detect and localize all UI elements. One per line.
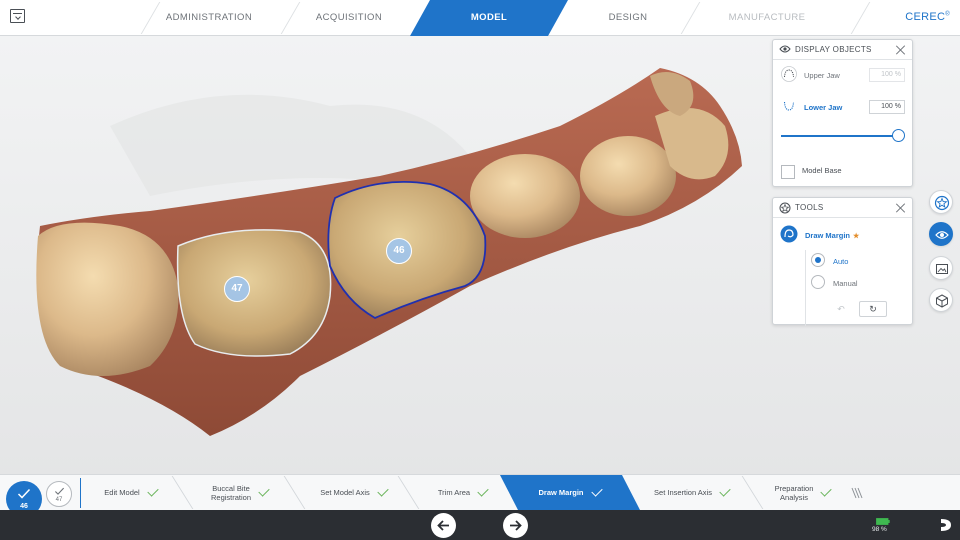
draw-margin-text: Draw Margin [805, 231, 851, 240]
rail-tools-button[interactable] [929, 190, 953, 214]
upper-jaw-icon [781, 66, 797, 82]
check-icon [820, 484, 833, 497]
mode-auto-radio[interactable] [811, 253, 825, 267]
brand-registered-mark: ® [945, 11, 950, 18]
previous-step-button[interactable] [431, 513, 456, 538]
step-label: Draw Margin [538, 488, 584, 497]
check-icon [54, 487, 65, 495]
battery-percentage: 98 % [872, 526, 887, 533]
opacity-slider-thumb[interactable] [892, 129, 905, 142]
model-base-label: Model Base [802, 166, 842, 175]
eye-icon [779, 45, 791, 53]
tab-model[interactable]: MODEL [410, 0, 568, 36]
tool-draw-margin[interactable]: Draw Margin ★ [773, 220, 913, 248]
tooth-48 [36, 222, 179, 376]
step-edit-model[interactable]: Edit Model [84, 475, 178, 510]
check-icon [258, 484, 270, 497]
close-icon[interactable] [896, 45, 906, 55]
mode-manual-radio[interactable] [811, 275, 825, 289]
display-objects-title: DISPLAY OBJECTS [795, 45, 872, 54]
step-label: Set Insertion Axis [654, 488, 712, 497]
step-draw-margin[interactable]: Draw Margin [510, 475, 630, 510]
step-set-model-axis[interactable]: Set Model Axis [302, 475, 406, 510]
save-download-icon[interactable] [10, 9, 25, 23]
tooth-44 [580, 136, 676, 216]
check-icon [147, 484, 159, 497]
object-row-upper-jaw[interactable]: Upper Jaw 100 % [773, 65, 913, 85]
tooth-label-46[interactable]: 46 [386, 238, 412, 264]
brand-name: CEREC [905, 11, 946, 23]
step-set-insertion-axis[interactable]: Set Insertion Axis [636, 475, 748, 510]
display-objects-panel: DISPLAY OBJECTS Upper Jaw 100 % Lower Ja… [772, 39, 913, 187]
next-step-button[interactable] [503, 513, 528, 538]
lower-jaw-label: Lower Jaw [804, 103, 843, 112]
check-icon [590, 484, 603, 497]
company-logo-icon [941, 519, 951, 531]
check-icon [17, 488, 31, 499]
tooth-star-icon [934, 195, 950, 211]
workflow-divider [80, 478, 81, 508]
display-objects-header: DISPLAY OBJECTS [773, 40, 912, 60]
draw-margin-label: Draw Margin ★ [805, 231, 859, 240]
check-icon [477, 484, 489, 497]
arrow-left-icon [437, 520, 449, 531]
step-buccal-bite-registration[interactable]: Buccal Bite Registration [190, 475, 290, 510]
lower-jaw-opacity-field[interactable]: 100 % [869, 100, 905, 114]
tab-separator [850, 2, 871, 34]
step-label: Set Model Axis [320, 488, 370, 497]
model-base-checkbox[interactable] [781, 165, 795, 179]
rail-image-button[interactable] [929, 256, 953, 280]
object-row-lower-jaw[interactable]: Lower Jaw 100 % [773, 97, 913, 117]
more-steps-icon[interactable] [850, 486, 864, 500]
tab-acquisition[interactable]: ACQUISITION [290, 0, 408, 36]
cube-icon [936, 294, 948, 308]
tab-administration[interactable]: ADMINISTRATION [150, 0, 268, 36]
upper-jaw-label: Upper Jaw [804, 71, 840, 80]
tools-divider [805, 250, 806, 326]
favorite-star-icon: ★ [853, 233, 860, 240]
reset-icon[interactable]: ↻ [859, 301, 887, 317]
check-icon [719, 484, 731, 497]
tooth-47-preparation [176, 229, 332, 357]
tools-panel: TOOLS Draw Margin ★ Auto Manual ↶ ↻ [772, 197, 913, 326]
step-label: Buccal Bite Registration [210, 483, 252, 502]
mode-manual-label[interactable]: Manual [833, 279, 858, 288]
rail-3d-view-button[interactable] [929, 288, 953, 312]
top-navigation: ADMINISTRATION ACQUISITION MODEL DESIGN … [0, 0, 960, 36]
tab-design[interactable]: DESIGN [570, 0, 686, 36]
draw-margin-icon [780, 225, 798, 243]
step-trim-area[interactable]: Trim Area [416, 475, 510, 510]
step-label: Preparation Analysis [774, 483, 814, 502]
undo-icon[interactable]: ↶ [833, 302, 849, 316]
rail-display-button[interactable] [929, 222, 953, 246]
tooth-selector-label: 47 [55, 497, 63, 503]
tooth-label-47[interactable]: 47 [224, 276, 250, 302]
battery-icon [876, 518, 890, 525]
step-preparation-analysis[interactable]: Preparation Analysis [758, 475, 848, 510]
tooth-45 [470, 154, 580, 238]
tools-icon [779, 202, 791, 214]
tooth-selector-47[interactable]: 47 [46, 481, 72, 507]
check-icon [377, 484, 389, 497]
opacity-slider-track[interactable] [781, 135, 899, 137]
tooth-selector-label: 46 [20, 503, 28, 510]
lower-jaw-icon [783, 101, 795, 111]
bottom-bar [0, 510, 960, 540]
arrow-right-icon [510, 520, 522, 531]
step-label: Trim Area [437, 488, 471, 497]
tools-header: TOOLS [773, 198, 912, 218]
tab-manufacture: MANUFACTURE [728, 12, 806, 23]
eye-icon [935, 231, 949, 239]
upper-jaw-opacity-field[interactable]: 100 % [869, 68, 905, 82]
step-label: Edit Model [104, 488, 140, 497]
image-icon [936, 264, 948, 274]
brand-logo: CEREC® [905, 11, 950, 23]
close-icon[interactable] [896, 203, 906, 213]
tools-title: TOOLS [795, 203, 824, 212]
mode-auto-label[interactable]: Auto [833, 257, 848, 266]
